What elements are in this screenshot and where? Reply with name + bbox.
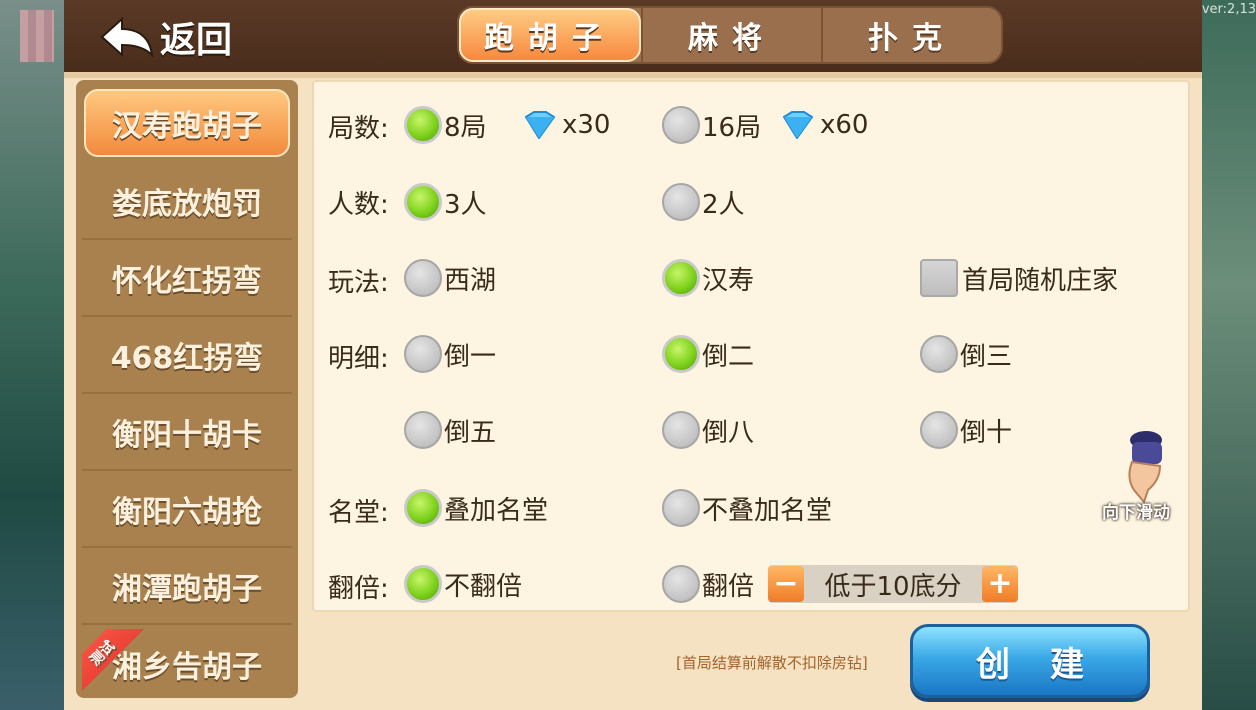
tab-paohuzi[interactable]: 跑胡子: [459, 8, 641, 62]
blurred-avatar: [20, 10, 54, 62]
rounds-cost-16: x60: [778, 103, 868, 147]
hall-option-stack[interactable]: 叠加名堂: [404, 486, 548, 530]
details-option-dao8[interactable]: 倒八: [662, 408, 754, 452]
minus-button[interactable]: −: [768, 566, 804, 602]
plus-button[interactable]: +: [982, 566, 1018, 602]
tab-poker[interactable]: 扑克: [821, 8, 1001, 62]
rounds-cost-8: x30: [520, 103, 610, 147]
create-button[interactable]: 创建: [910, 624, 1150, 698]
radio-unselected-icon: [920, 411, 958, 449]
play-label: 玩法:: [328, 268, 389, 298]
players-option-2[interactable]: 2人: [662, 180, 745, 224]
radio-unselected-icon: [662, 565, 700, 603]
radio-unselected-icon: [662, 489, 700, 527]
sidebar-item-xiangxiang-gaohuzi[interactable]: 测试 湘乡告胡子: [82, 625, 292, 702]
play-option-hanshou[interactable]: 汉寿: [662, 256, 754, 300]
details-option-dao1[interactable]: 倒一: [404, 332, 496, 376]
back-arrow-icon: [100, 17, 154, 57]
game-type-tabs: 跑胡子 麻将 扑克: [457, 6, 1003, 64]
rounds-label: 局数:: [328, 114, 389, 144]
sidebar-item-xiangtan-paohuzi[interactable]: 湘潭跑胡子: [82, 548, 292, 625]
notice-text: [首局结算前解散不扣除房钻]: [676, 654, 868, 672]
sidebar-item-468-hongguaiwan[interactable]: 468红拐弯: [82, 317, 292, 394]
radio-unselected-icon: [662, 183, 700, 221]
background-left-scenery: [0, 0, 70, 710]
radio-selected-icon: [662, 259, 700, 297]
double-option-double[interactable]: 翻倍: [662, 562, 754, 606]
double-label: 翻倍:: [328, 574, 389, 604]
radio-unselected-icon: [404, 335, 442, 373]
sidebar-item-hengyang-liuhuqiang[interactable]: 衡阳六胡抢: [82, 471, 292, 548]
background-right-scenery: [1196, 0, 1256, 710]
radio-selected-icon: [404, 565, 442, 603]
radio-unselected-icon: [404, 411, 442, 449]
play-option-xihu[interactable]: 西湖: [404, 256, 496, 300]
details-option-dao10[interactable]: 倒十: [920, 408, 1012, 452]
details-label: 明细:: [328, 344, 389, 374]
sidebar-item-label: 湘乡告胡子: [112, 649, 262, 685]
double-option-none[interactable]: 不翻倍: [404, 562, 522, 606]
diamond-icon: [524, 111, 556, 139]
rounds-option-8[interactable]: 8局: [404, 103, 487, 147]
radio-selected-icon: [404, 183, 442, 221]
sidebar-item-hanshou-paohuzi[interactable]: 汉寿跑胡子: [84, 89, 290, 157]
radio-unselected-icon: [662, 106, 700, 144]
sidebar-item-loudi-fangpaofa[interactable]: 娄底放炮罚: [82, 163, 292, 240]
radio-unselected-icon: [404, 259, 442, 297]
hall-label: 名堂:: [328, 498, 389, 528]
back-button[interactable]: 返回: [100, 12, 232, 62]
radio-selected-icon: [404, 489, 442, 527]
game-variant-sidebar: 汉寿跑胡子 娄底放炮罚 怀化红拐弯 468红拐弯 衡阳十胡卡 衡阳六胡抢 湘潭跑…: [76, 80, 298, 698]
players-label: 人数:: [328, 190, 389, 220]
sidebar-item-hengyang-shihuka[interactable]: 衡阳十胡卡: [82, 394, 292, 471]
tab-mahjong[interactable]: 麻将: [641, 8, 821, 62]
diamond-icon: [782, 111, 814, 139]
hall-option-nostack[interactable]: 不叠加名堂: [662, 486, 832, 530]
radio-selected-icon: [662, 335, 700, 373]
rounds-option-16[interactable]: 16局: [662, 103, 761, 147]
radio-unselected-icon: [920, 335, 958, 373]
players-option-3[interactable]: 3人: [404, 180, 487, 224]
stepper-value: 低于10底分: [824, 571, 962, 602]
radio-unselected-icon: [662, 411, 700, 449]
random-dealer-checkbox[interactable]: 首局随机庄家: [920, 256, 1118, 300]
double-threshold-stepper: − 低于10底分 +: [768, 565, 1018, 603]
details-option-dao3[interactable]: 倒三: [920, 332, 1012, 376]
details-option-dao2[interactable]: 倒二: [662, 332, 754, 376]
radio-selected-icon: [404, 106, 442, 144]
details-option-dao5[interactable]: 倒五: [404, 408, 496, 452]
swipe-down-hint: 向下滑动: [1102, 503, 1170, 523]
sidebar-item-huaihua-hongguaiwan[interactable]: 怀化红拐弯: [82, 240, 292, 317]
back-label: 返回: [160, 20, 233, 61]
checkbox-icon: [920, 259, 958, 297]
version-label: ver:2,13: [1201, 2, 1256, 17]
